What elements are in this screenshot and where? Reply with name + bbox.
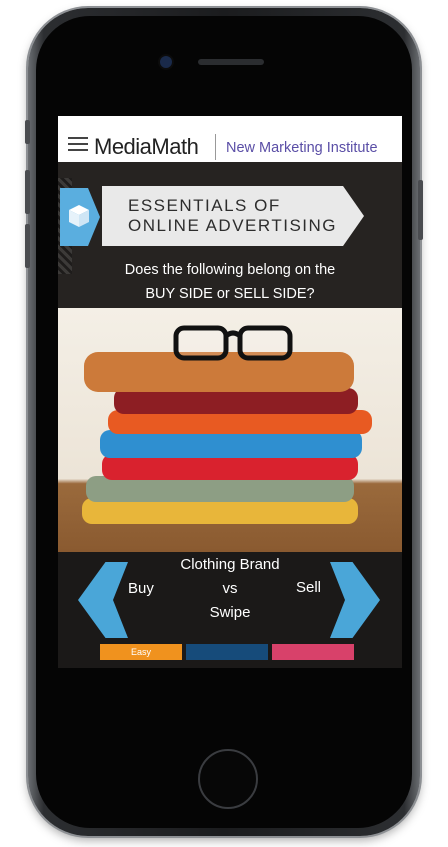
header-subtitle: New Marketing Institute	[226, 140, 378, 156]
title-line-2: ONLINE ADVERTISING	[128, 216, 338, 235]
page-title: ESSENTIALS OF ONLINE ADVERTISING	[128, 196, 337, 236]
front-camera	[160, 56, 172, 68]
difficulty-medium[interactable]	[186, 644, 268, 660]
question-line-2: BUY SIDE or SELL SIDE?	[145, 286, 315, 302]
card-item-name: Clothing Brand	[180, 556, 280, 573]
difficulty-easy[interactable]: Easy	[100, 644, 182, 660]
shirt-blue	[100, 430, 362, 458]
cube-icon	[69, 205, 89, 227]
mute-switch	[25, 120, 30, 144]
chevron-left-icon[interactable]	[78, 562, 128, 638]
volume-up-button	[25, 170, 30, 214]
card-image[interactable]	[58, 308, 402, 552]
header-divider	[215, 134, 216, 160]
difficulty-hard[interactable]	[272, 644, 354, 660]
app-screen: MediaMath New Marketing Institute ESSENT…	[58, 116, 402, 668]
glasses-icon	[173, 325, 293, 361]
question-line-1: Does the following belong on the	[124, 262, 336, 278]
volume-down-button	[25, 224, 30, 268]
header-bar: MediaMath New Marketing Institute	[58, 116, 402, 162]
card-action: Swipe	[209, 604, 251, 621]
card-vs: vs	[222, 580, 238, 597]
difficulty-easy-label: Easy	[130, 647, 151, 657]
swipe-controls: Buy Sell Clothing Brand vs Swipe Easy	[58, 552, 402, 668]
menu-icon[interactable]	[68, 137, 88, 155]
question-text: Does the following belong on the BUY SID…	[58, 258, 402, 306]
brand-logo: MediaMath	[94, 134, 199, 159]
earpiece-speaker	[198, 59, 264, 65]
title-line-1: ESSENTIALS OF	[128, 196, 281, 215]
home-button[interactable]	[198, 749, 258, 809]
power-button	[418, 180, 423, 240]
chevron-right-icon[interactable]	[330, 562, 380, 638]
